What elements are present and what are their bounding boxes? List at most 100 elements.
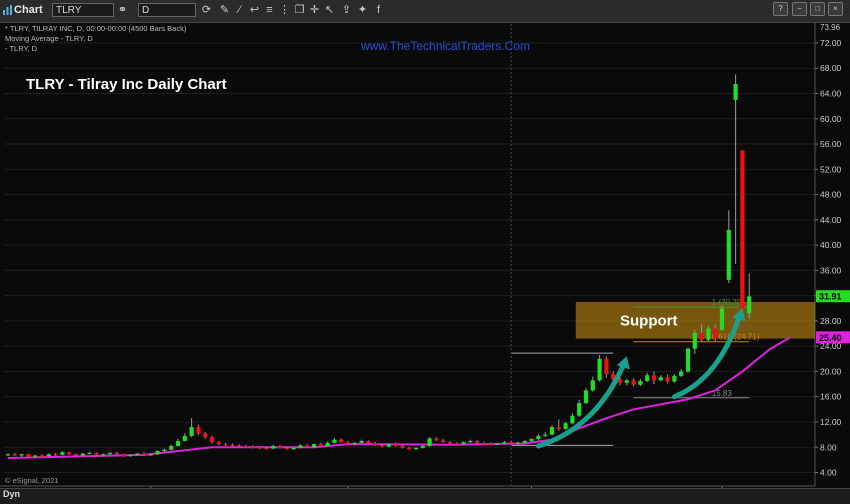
axis-tick-label: 68.00	[820, 63, 842, 73]
candle-body	[563, 423, 568, 429]
candle-body	[352, 442, 357, 445]
candle-body	[121, 454, 126, 457]
candle-body	[733, 84, 738, 100]
axis-tick-label: 36.00	[820, 265, 842, 275]
candle-body	[345, 442, 351, 445]
candle-body	[243, 445, 249, 448]
candle-body	[209, 437, 215, 443]
candle-body	[73, 454, 79, 456]
candle-body	[67, 452, 72, 455]
candle-body	[481, 442, 487, 445]
candle-body	[468, 440, 473, 443]
minimize-button[interactable]: −	[792, 2, 807, 16]
candle-body	[366, 440, 371, 444]
candle-body	[597, 358, 602, 381]
maximize-button[interactable]: □	[810, 2, 825, 16]
cursor-icon[interactable]: ↖	[323, 4, 336, 17]
candle-body	[284, 447, 289, 450]
fib-label: 1 (30.20)	[712, 298, 744, 307]
candle-body	[332, 439, 337, 443]
share-icon[interactable]: ⇪	[340, 4, 353, 17]
candle-body	[257, 447, 262, 449]
symbol-input[interactable]: TLRY	[52, 3, 114, 17]
candle-body	[638, 380, 643, 385]
candle-body	[529, 439, 534, 441]
candle-body	[522, 440, 527, 443]
copy-icon[interactable]: ❐	[293, 4, 306, 17]
study-info-sub: - TLRY, D	[5, 44, 38, 53]
candle-body	[624, 380, 629, 383]
candles	[5, 74, 752, 458]
refresh-icon[interactable]: ⟳	[200, 4, 213, 17]
time-bar	[0, 488, 850, 504]
link-icon[interactable]: ⚭	[116, 4, 129, 17]
axis-top-label: 73.96	[820, 23, 841, 32]
candle-body	[672, 375, 677, 382]
candle-body	[189, 427, 194, 436]
candle-body	[223, 444, 228, 446]
help-button[interactable]: ?	[773, 2, 788, 16]
candle-body	[291, 447, 296, 450]
candle-body	[386, 444, 391, 447]
candle-body	[318, 444, 323, 446]
candle-body	[19, 454, 24, 456]
price-axis: 4.008.0012.0016.0020.0024.0028.0032.0036…	[815, 23, 850, 478]
axis-tick-label: 64.00	[820, 88, 842, 98]
axis-tick-label: 72.00	[820, 38, 842, 48]
chart-title: TLRY - Tilray Inc Daily Chart	[26, 76, 227, 93]
candle-body	[447, 442, 453, 444]
price-tag-label: 31.91	[819, 292, 842, 302]
support-label: Support	[620, 312, 678, 329]
candle-body	[5, 454, 11, 456]
close-button[interactable]: ×	[828, 2, 843, 16]
candle-body	[475, 440, 480, 443]
menu-icon[interactable]: ≡	[263, 4, 276, 17]
watermark: www.TheTechnicalTraders.Com	[361, 39, 530, 53]
axis-tick-label: 48.00	[820, 190, 842, 200]
candle-body	[420, 445, 425, 448]
candle-body	[590, 380, 595, 391]
axis-tick-label: 52.00	[820, 164, 842, 174]
candle-body	[665, 377, 670, 382]
candle-body	[148, 454, 153, 456]
candle-body	[135, 453, 140, 455]
candle-body	[216, 442, 221, 445]
study-info: Moving Average - TLRY, D	[5, 34, 93, 43]
candle-body	[325, 442, 330, 446]
line-icon[interactable]: ⁄	[233, 4, 246, 17]
candle-body	[441, 440, 446, 443]
dyn-button[interactable]: Dyn	[3, 489, 20, 499]
axis-tick-label: 20.00	[820, 366, 842, 376]
twitter-icon[interactable]: ✦	[356, 4, 369, 17]
candle-body	[461, 442, 466, 445]
candle-body	[162, 449, 167, 452]
dots-icon[interactable]: ⋮	[278, 4, 291, 17]
candle-body	[46, 454, 51, 457]
candle-body	[393, 444, 398, 446]
candle-body	[577, 403, 582, 416]
candle-body	[373, 443, 378, 446]
candle-body	[107, 452, 113, 455]
candle-body	[53, 454, 58, 456]
candle-body	[413, 447, 419, 450]
candle-body	[26, 454, 31, 457]
candle-body	[407, 447, 412, 450]
facebook-icon[interactable]: f	[372, 4, 385, 17]
candle-body	[141, 453, 147, 455]
axis-tick-label: 4.00	[820, 468, 837, 478]
candle-body	[169, 445, 174, 450]
back-icon[interactable]: ↩	[248, 4, 261, 17]
interval-select[interactable]: D	[138, 3, 196, 17]
candle-body	[359, 440, 364, 443]
axis-tick-label: 60.00	[820, 114, 842, 124]
candle-body	[740, 150, 745, 309]
pencil-icon[interactable]: ✎	[218, 4, 231, 17]
chart-icon	[3, 5, 12, 15]
fib-label: 0.618 (24.71)	[712, 333, 760, 342]
candle-body	[685, 348, 691, 372]
candle-body	[549, 427, 555, 435]
crosshair-icon[interactable]: ✛	[308, 4, 321, 17]
axis-tick-label: 44.00	[820, 215, 842, 225]
axis-tick-label: 40.00	[820, 240, 842, 250]
candle-body	[12, 454, 17, 456]
